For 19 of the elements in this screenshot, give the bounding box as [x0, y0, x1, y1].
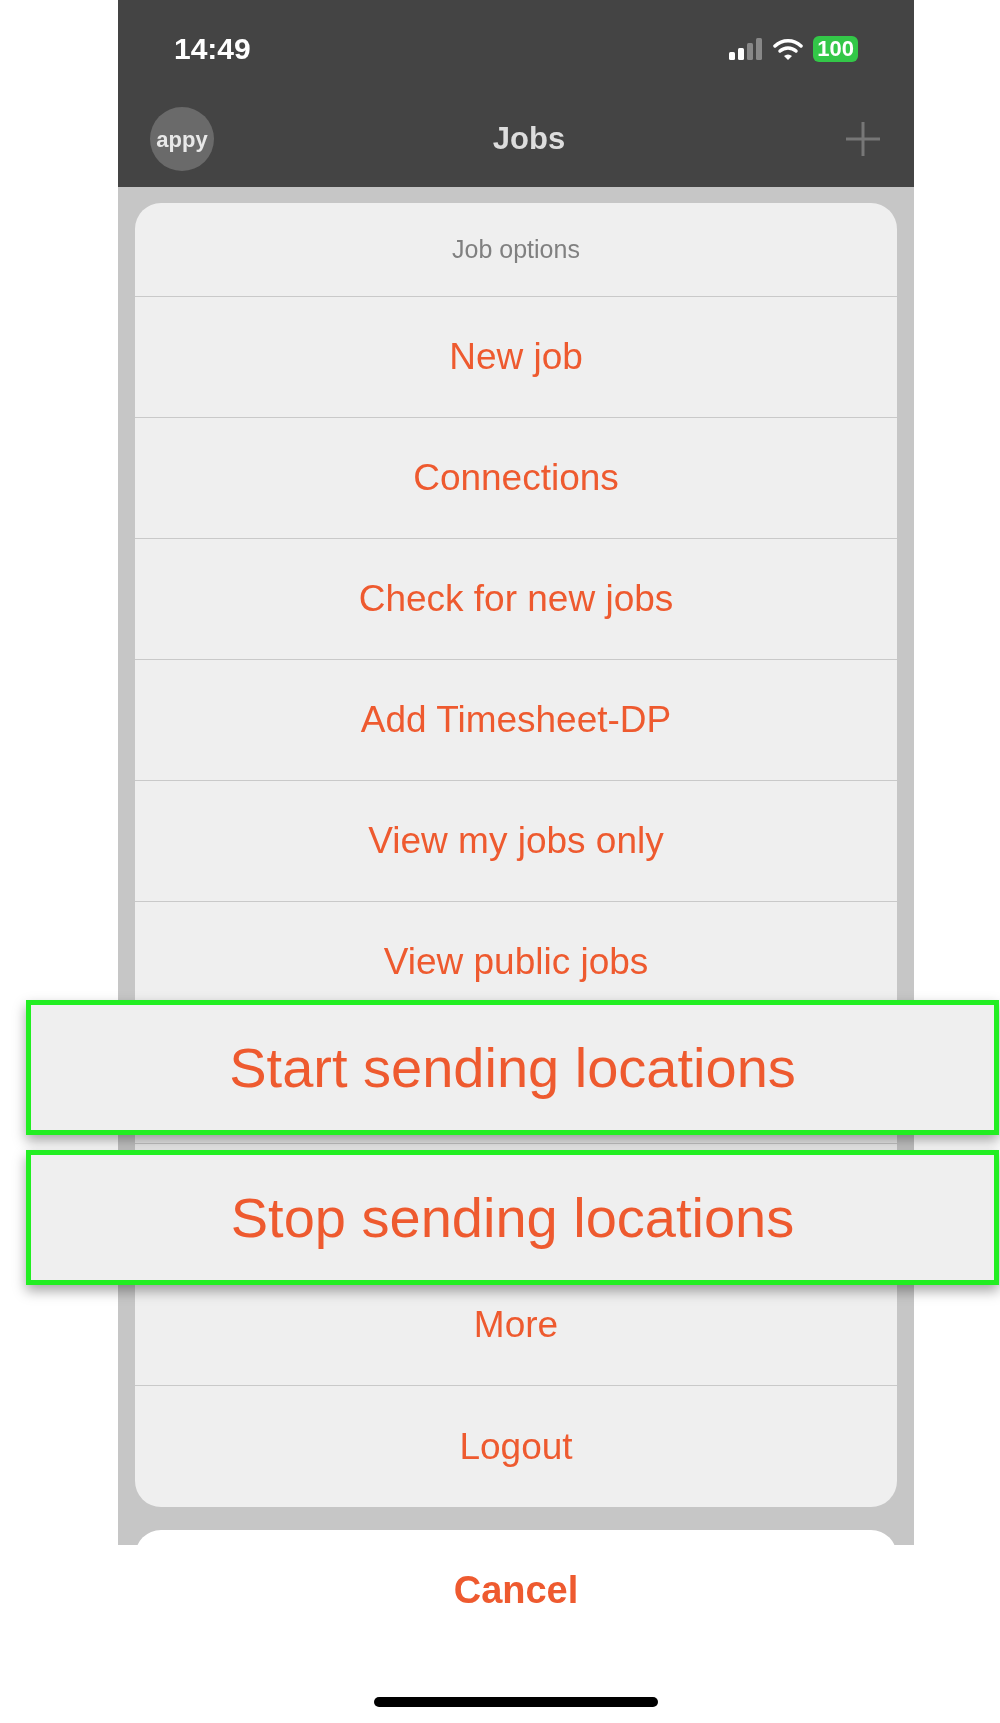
menu-option[interactable]: View my jobs only — [368, 813, 664, 869]
cancel-button[interactable]: Cancel — [433, 1550, 599, 1630]
sheet-title: Job options — [452, 233, 580, 265]
highlighted-option[interactable]: Start sending locations — [26, 1000, 999, 1135]
app-logo[interactable]: appy — [150, 107, 214, 171]
plus-icon[interactable] — [844, 120, 882, 158]
menu-option[interactable]: Connections — [413, 450, 619, 506]
battery-indicator: 100 — [813, 35, 858, 62]
status-time: 14:49 — [174, 31, 251, 67]
signal-icon — [729, 37, 764, 60]
menu-option[interactable]: Logout — [459, 1418, 573, 1475]
menu-option[interactable]: Check for new jobs — [358, 571, 674, 627]
highlighted-option[interactable]: Stop sending locations — [26, 1150, 999, 1285]
menu-option[interactable]: View public jobs — [383, 934, 649, 990]
menu-option[interactable]: Add Timesheet-DP — [360, 692, 672, 748]
menu-option[interactable]: New job — [449, 329, 583, 385]
menu-option[interactable]: More — [473, 1297, 559, 1353]
nav-title: Jobs — [492, 119, 566, 158]
wifi-icon — [773, 37, 804, 60]
